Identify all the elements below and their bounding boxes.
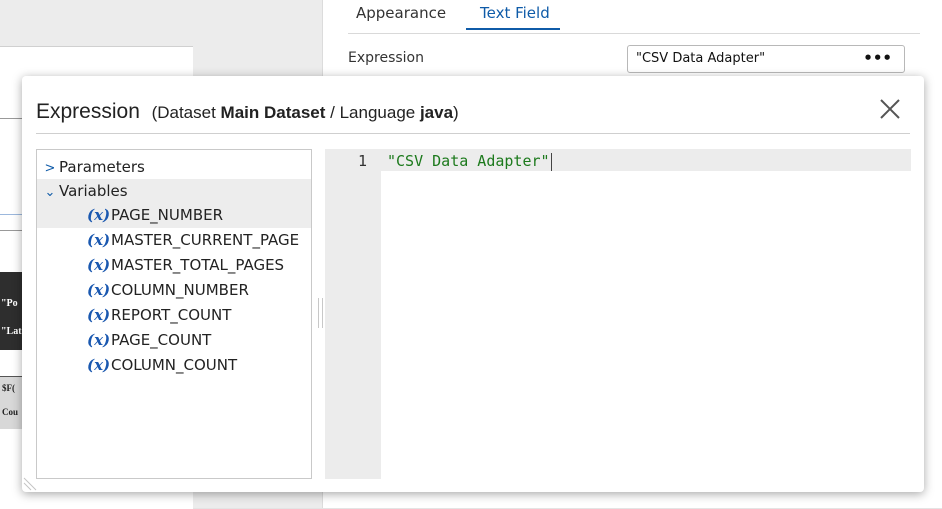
tree-item-variable[interactable]: (x)REPORT_COUNT [37, 303, 311, 328]
variable-icon: (x) [87, 331, 111, 349]
language-name: java [419, 103, 454, 122]
tabs-divider [348, 33, 920, 34]
dialog-title: Expression (Dataset Main Dataset / Langu… [36, 100, 459, 124]
dialog-subtitle: (Dataset Main Dataset / Language java) [152, 103, 459, 122]
split-pane-resizer[interactable] [318, 298, 323, 328]
code-editor[interactable]: 1 "CSV Data Adapter" [325, 149, 911, 479]
chevron-right-icon[interactable]: > [41, 157, 59, 181]
tree-item-label: Variables [59, 182, 128, 200]
subtitle-mid: / Language [325, 103, 420, 122]
variable-label: MASTER_CURRENT_PAGE [111, 231, 300, 249]
canvas-line [0, 230, 22, 231]
expression-field[interactable]: "CSV Data Adapter" ••• [627, 45, 905, 73]
line-number-gutter: 1 [325, 149, 381, 479]
expression-dialog: Expression (Dataset Main Dataset / Langu… [22, 76, 924, 492]
canvas-header-band: "Po "Lat [0, 272, 24, 350]
chevron-down-icon[interactable]: ⌄ [41, 181, 59, 205]
canvas-guide [0, 214, 22, 215]
expression-field-value: "CSV Data Adapter" [636, 51, 766, 66]
code-text: "CSV Data Adapter" [387, 152, 550, 170]
tree-item-variable[interactable]: (x)MASTER_TOTAL_PAGES [37, 253, 311, 278]
variable-label: REPORT_COUNT [111, 306, 232, 324]
code-line[interactable]: "CSV Data Adapter" [387, 152, 552, 171]
line-number: 1 [357, 152, 367, 170]
expression-objects-tree: > Parameters ⌄ Variables (x)PAGE_NUMBER (x… [36, 149, 312, 479]
tree-item-variable[interactable]: (x)MASTER_CURRENT_PAGE [37, 228, 311, 253]
subtitle-suffix: ) [453, 103, 459, 122]
subtitle-prefix: (Dataset [151, 103, 221, 122]
active-tab-indicator [466, 28, 560, 30]
dataset-name: Main Dataset [220, 103, 326, 122]
tree-item-variable[interactable]: (x)COLUMN_COUNT [37, 353, 311, 378]
canvas-text: "Po [1, 298, 18, 309]
canvas-text: "Lat [1, 326, 22, 337]
tree-item-variable[interactable]: (x)PAGE_NUMBER [37, 203, 311, 228]
variable-icon: (x) [87, 306, 111, 324]
tree-item-variables[interactable]: ⌄ Variables [37, 179, 311, 205]
tree-item-parameters[interactable]: > Parameters [41, 155, 145, 179]
dialog-title-text: Expression [36, 100, 140, 123]
tab-text-field[interactable]: Text Field [480, 4, 550, 22]
variable-label: MASTER_TOTAL_PAGES [111, 256, 285, 274]
variable-icon: (x) [87, 281, 111, 299]
canvas-line [0, 118, 22, 119]
variable-label: COLUMN_COUNT [111, 356, 238, 374]
variable-label: PAGE_COUNT [111, 331, 212, 349]
canvas-detail-band: $F( Cou [0, 376, 24, 429]
canvas-text: Cou [2, 407, 19, 417]
text-caret [550, 152, 552, 171]
tree-item-label: Parameters [59, 158, 145, 176]
variable-label: COLUMN_NUMBER [111, 281, 249, 299]
tree-item-variable[interactable]: (x)COLUMN_NUMBER [37, 278, 311, 303]
tab-appearance[interactable]: Appearance [356, 4, 446, 22]
variable-icon: (x) [87, 206, 111, 224]
expression-label: Expression [348, 50, 424, 66]
variable-label: PAGE_NUMBER [111, 206, 224, 224]
resize-grip-icon[interactable] [22, 474, 40, 492]
close-icon[interactable] [878, 97, 902, 121]
variable-icon: (x) [87, 231, 111, 249]
tree-item-variable[interactable]: (x)PAGE_COUNT [37, 328, 311, 353]
variable-icon: (x) [87, 356, 111, 374]
variable-icon: (x) [87, 256, 111, 274]
dialog-divider [36, 133, 910, 134]
canvas-text: $F( [2, 383, 15, 393]
more-options-button[interactable]: ••• [863, 49, 892, 67]
